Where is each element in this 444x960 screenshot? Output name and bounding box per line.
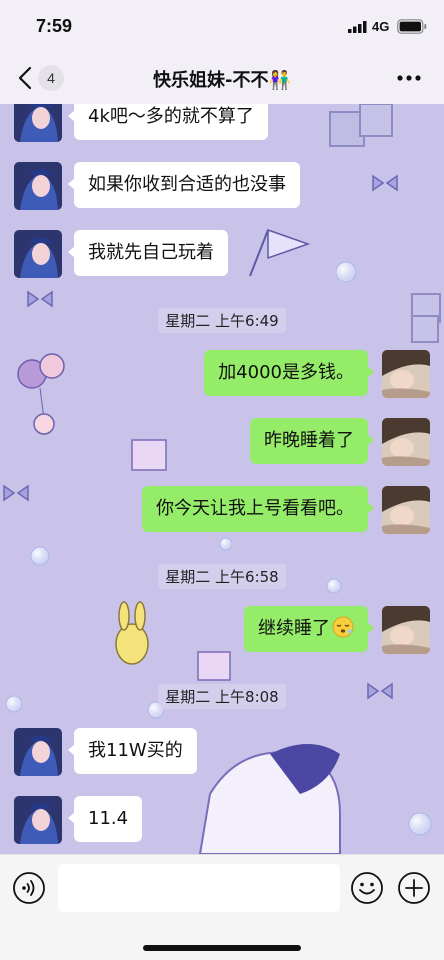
- message-row: 昨晚睡着了: [0, 418, 444, 466]
- message-timestamp: 星期二 上午6:58: [0, 564, 444, 589]
- message-bubble-outgoing[interactable]: 你今天让我上号看看吧。: [142, 486, 374, 532]
- plus-icon[interactable]: [397, 871, 431, 905]
- more-dots-icon: [397, 75, 421, 81]
- message-bubble-outgoing[interactable]: 加4000是多钱。: [204, 350, 374, 396]
- home-indicator: [143, 945, 301, 951]
- timestamp-label: 星期二 上午6:58: [158, 564, 286, 589]
- more-options-button[interactable]: [394, 66, 424, 90]
- message-bubble-incoming[interactable]: 我就先自己玩着: [68, 230, 228, 276]
- message-row: 继续睡了: [0, 606, 444, 654]
- timestamp-label: 星期二 上午6:49: [158, 308, 286, 333]
- message-row: 11.4: [0, 796, 444, 844]
- message-input[interactable]: [58, 864, 340, 912]
- cellular-signal-icon: [348, 21, 367, 33]
- message-row: 我11W买的: [0, 728, 444, 776]
- chevron-left-icon: [18, 66, 32, 90]
- my-avatar[interactable]: [382, 486, 430, 534]
- voice-icon[interactable]: [12, 871, 46, 905]
- message-bubble-incoming[interactable]: 11.4: [67, 796, 143, 842]
- network-type-label: 4G: [372, 19, 390, 34]
- back-button[interactable]: 4: [14, 64, 70, 92]
- message-bubble-incoming[interactable]: 4k吧～多的就不算了: [68, 104, 268, 140]
- chat-header: 4 快乐姐妹-不不👫: [0, 52, 444, 104]
- message-text: 继续睡了: [258, 618, 330, 639]
- message-row: 如果你收到合适的也没事: [0, 162, 444, 210]
- my-avatar[interactable]: [382, 350, 430, 398]
- message-row: 加4000是多钱。: [0, 350, 444, 398]
- contact-avatar[interactable]: [14, 728, 62, 776]
- contact-avatar[interactable]: [14, 796, 62, 844]
- message-bubble-incoming[interactable]: 如果你收到合适的也没事: [68, 162, 300, 208]
- message-row: 4k吧～多的就不算了: [0, 104, 444, 142]
- chat-title: 快乐姐妹-不不👫: [153, 70, 291, 91]
- contact-avatar[interactable]: [14, 162, 62, 210]
- contact-avatar[interactable]: [14, 230, 62, 278]
- message-bubble-incoming[interactable]: 我11W买的: [68, 728, 197, 774]
- message-timestamp: 星期二 上午8:08: [0, 684, 444, 709]
- sticker-smile-icon[interactable]: [350, 871, 384, 905]
- message-timestamp: 星期二 上午6:49: [0, 308, 444, 333]
- status-time: 7:59: [36, 16, 73, 36]
- battery-icon: [397, 19, 427, 34]
- message-row: 你今天让我上号看看吧。: [0, 486, 444, 534]
- my-avatar[interactable]: [382, 606, 430, 654]
- sleepy-face-emoji: [332, 616, 354, 638]
- unread-count-badge: 4: [38, 65, 64, 91]
- message-bubble-outgoing[interactable]: 昨晚睡着了: [250, 418, 374, 464]
- my-avatar[interactable]: [382, 418, 430, 466]
- input-toolbar: [0, 854, 444, 960]
- chat-message-area[interactable]: 4k吧～多的就不算了 如果你收到合适的也没事 我就先自己玩着 星期二 上午6:4…: [0, 104, 444, 854]
- status-bar: 7:59 4G: [0, 0, 444, 52]
- message-row: 我就先自己玩着: [0, 230, 444, 278]
- message-bubble-outgoing[interactable]: 继续睡了: [244, 606, 374, 652]
- contact-avatar[interactable]: [14, 104, 62, 142]
- timestamp-label: 星期二 上午8:08: [158, 684, 286, 709]
